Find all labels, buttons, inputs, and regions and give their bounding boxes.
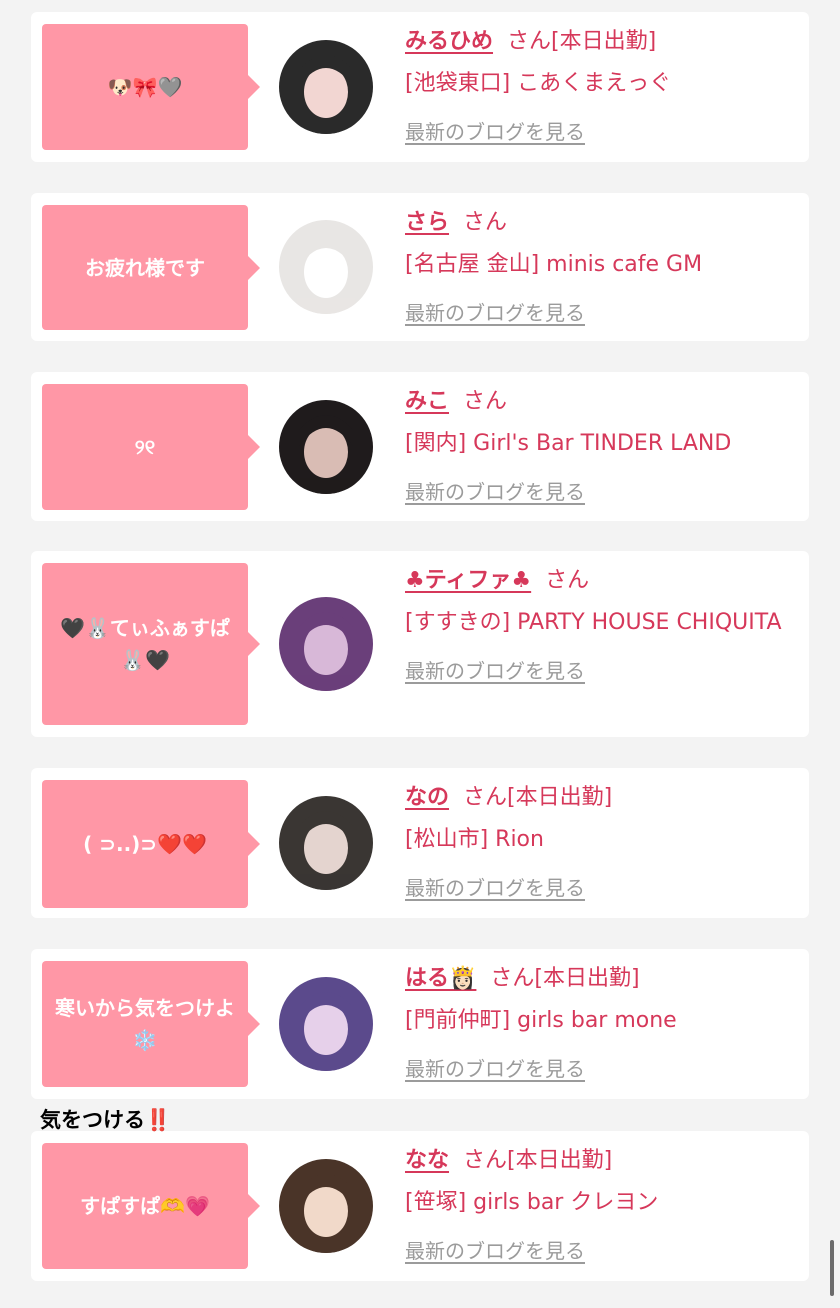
name-line: さら さん [405,207,789,239]
name-line: みこ さん [405,386,789,418]
name-line: なの さん[本日出勤] [405,782,789,814]
girl-name-link[interactable]: なの [405,785,449,810]
avatar[interactable] [279,1159,373,1253]
shop-name[interactable]: [池袋東口] こあくまえっぐ [405,66,789,102]
girl-info: みるひめ さん[本日出勤] [池袋東口] こあくまえっぐ最新のブログを見る [405,26,789,145]
girl-card[interactable]: お疲れ様です さら さん [名古屋 金山] minis cafe GM 最新のブログを見… [31,193,809,341]
avatar[interactable] [279,977,373,1071]
message-bubble: すぱすぱ🫶💗 [42,1143,260,1269]
latest-blog-link[interactable]: 最新のブログを見る [405,872,585,901]
name-line: なな さん[本日出勤] [405,1145,789,1177]
girl-card[interactable]: すぱすぱ🫶💗 なな さん[本日出勤] [笹塚] girls bar クレヨン最新のブロ… [31,1131,809,1281]
girl-name-link[interactable]: はる👸🏻 [405,966,476,991]
latest-blog-link[interactable]: 最新のブログを見る [405,297,585,326]
name-suffix: さん [463,210,508,235]
girl-name-link[interactable]: ♣ティファ♣ [405,568,531,593]
girl-info: なの さん[本日出勤] [松山市] Rion 最新のブログを見る [405,782,789,901]
name-suffix: さん[本日出勤] [507,29,657,54]
avatar[interactable] [279,400,373,494]
message-bubble: 🖤🐰てぃふぁすぱ🐰🖤 [42,563,260,725]
girl-card[interactable]: ( ⊃..)⊃❤️❤️ なの さん[本日出勤] [松山市] Rion 最新のブログを見る [31,768,809,918]
girl-name-link[interactable]: なな [405,1148,449,1173]
latest-blog-link[interactable]: 最新のブログを見る [405,116,585,145]
shop-name[interactable]: [笹塚] girls bar クレヨン [405,1185,789,1221]
name-line: はる👸🏻 さん[本日出勤] [405,963,789,995]
girl-card[interactable]: 🐶🎀🩶 みるひめ さん[本日出勤] [池袋東口] こあくまえっぐ最新のブログを見る [31,12,809,162]
name-suffix: さん[本日出勤] [490,966,640,991]
girl-card[interactable]: 寒いから気をつけよ❄️ はる👸🏻 さん[本日出勤] [門前仲町] girls bar … [31,949,809,1099]
avatar[interactable] [279,40,373,134]
latest-blog-link[interactable]: 最新のブログを見る [405,476,585,505]
girl-card[interactable]: ୨୧ みこ さん [関内] Girl's Bar TINDER LAND 最新のブログを… [31,372,809,521]
name-suffix: さん [463,389,508,414]
girl-info: みこ さん [関内] Girl's Bar TINDER LAND 最新のブログを見る [405,386,789,505]
scrollbar[interactable] [830,1240,834,1296]
name-line: ♣ティファ♣ さん [405,565,789,597]
shop-name[interactable]: [門前仲町] girls bar mone [405,1003,789,1039]
name-line: みるひめ さん[本日出勤] [405,26,789,58]
avatar[interactable] [279,597,373,691]
message-bubble: お疲れ様です [42,205,260,330]
girl-info: なな さん[本日出勤] [笹塚] girls bar クレヨン最新のブログを見る [405,1145,789,1264]
girl-name-link[interactable]: みこ [405,389,449,414]
girl-info: ♣ティファ♣ さん [すすきの] PARTY HOUSE CHIQUITA 最新のブロ… [405,565,789,684]
message-bubble: ୨୧ [42,384,260,510]
latest-blog-link[interactable]: 最新のブログを見る [405,1235,585,1264]
name-suffix: さん [545,568,590,593]
latest-blog-link[interactable]: 最新のブログを見る [405,1053,585,1082]
name-suffix: さん[本日出勤] [463,785,613,810]
girl-name-link[interactable]: さら [405,210,449,235]
message-bubble: 寒いから気をつけよ❄️ [42,961,260,1087]
avatar[interactable] [279,220,373,314]
girl-card[interactable]: 🖤🐰てぃふぁすぱ🐰🖤 ♣ティファ♣ さん [すすきの] PARTY HOUSE CHI… [31,551,809,737]
girl-name-link[interactable]: みるひめ [405,29,493,54]
shop-name[interactable]: [関内] Girl's Bar TINDER LAND [405,426,789,462]
shop-name[interactable]: [名古屋 金山] minis cafe GM [405,247,789,283]
latest-blog-link[interactable]: 最新のブログを見る [405,655,585,684]
girl-info: はる👸🏻 さん[本日出勤] [門前仲町] girls bar mone 最新のブログを… [405,963,789,1082]
message-bubble: ( ⊃..)⊃❤️❤️ [42,780,260,908]
between-section-label: 気をつける‼️ [40,1108,172,1132]
girl-info: さら さん [名古屋 金山] minis cafe GM 最新のブログを見る [405,207,789,326]
shop-name[interactable]: [松山市] Rion [405,822,789,858]
message-bubble: 🐶🎀🩶 [42,24,260,150]
shop-name[interactable]: [すすきの] PARTY HOUSE CHIQUITA [405,605,789,641]
name-suffix: さん[本日出勤] [463,1148,613,1173]
avatar[interactable] [279,796,373,890]
